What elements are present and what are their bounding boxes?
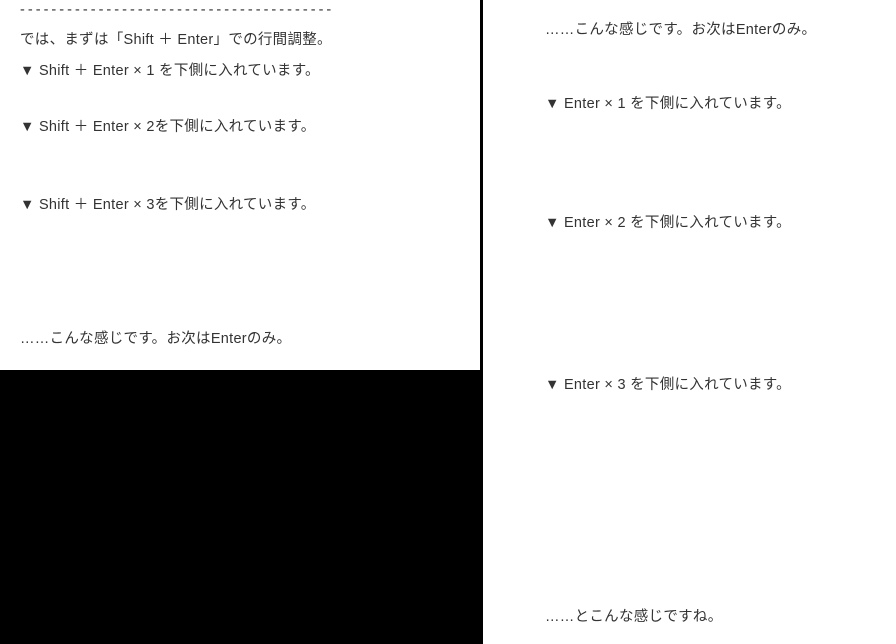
right-panel: ……こんな感じです。お次はEnterのみ。 ▼ Enter × 1 を下側に入れ… bbox=[483, 0, 896, 644]
right-top: ……こんな感じです。お次はEnterのみ。 bbox=[545, 20, 816, 42]
left-intro: では、まずは「Shift ＋ Enter」での行間調整。 bbox=[20, 30, 332, 52]
right-outro: ……とこんな感じですね。 bbox=[545, 607, 722, 629]
left-shift-enter-3: ▼ Shift ＋ Enter × 3を下側に入れています。 bbox=[20, 195, 316, 217]
left-shift-enter-2: ▼ Shift ＋ Enter × 2を下側に入れています。 bbox=[20, 117, 316, 139]
divider-dashes: - - - - - - - - - - - - - - - - - - - - … bbox=[20, 0, 331, 22]
left-shift-enter-1: ▼ Shift ＋ Enter × 1 を下側に入れています。 bbox=[20, 61, 320, 83]
right-enter-1: ▼ Enter × 1 を下側に入れています。 bbox=[545, 94, 791, 116]
left-outro: ……こんな感じです。お次はEnterのみ。 bbox=[20, 329, 291, 351]
right-enter-3: ▼ Enter × 3 を下側に入れています。 bbox=[545, 375, 791, 397]
right-enter-2: ▼ Enter × 2 を下側に入れています。 bbox=[545, 213, 791, 235]
left-panel: - - - - - - - - - - - - - - - - - - - - … bbox=[0, 0, 480, 370]
